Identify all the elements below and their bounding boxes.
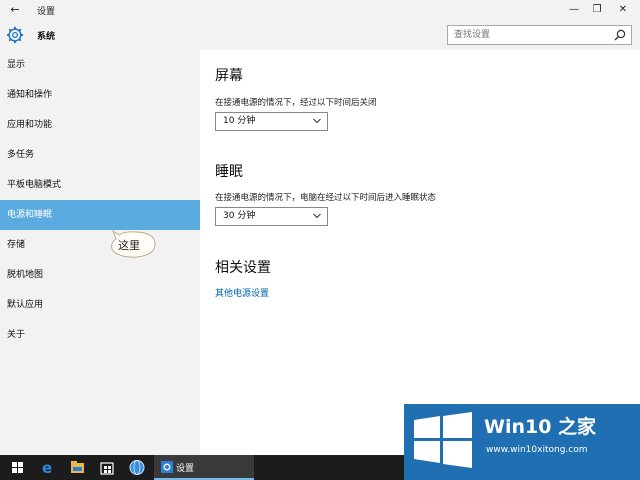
sidebar-item-default-apps[interactable]: 默认应用 bbox=[0, 290, 200, 320]
sidebar: 显示 通知和操作 应用和功能 多任务 平板电脑模式 电源和睡眠 存储 脱机地图 … bbox=[0, 50, 200, 455]
search-box[interactable] bbox=[447, 25, 632, 45]
window-title: 设置 bbox=[37, 7, 56, 17]
sidebar-item-storage[interactable]: 存储 bbox=[0, 230, 200, 260]
maximize-button[interactable]: ❐ bbox=[588, 2, 606, 18]
screen-timeout-value: 10 分钟 bbox=[223, 116, 256, 126]
sidebar-item-tablet-mode[interactable]: 平板电脑模式 bbox=[0, 170, 200, 200]
sidebar-item-about[interactable]: 关于 bbox=[0, 320, 200, 350]
sleep-heading: 睡眠 bbox=[215, 164, 243, 180]
store-icon[interactable] bbox=[92, 455, 122, 480]
watermark-title: Win10 之家 bbox=[484, 416, 597, 438]
windows-start-icon[interactable] bbox=[2, 455, 32, 480]
globe-icon[interactable] bbox=[122, 455, 152, 480]
watermark-banner: Win10 之家 www.win10xitong.com bbox=[404, 404, 640, 480]
sleep-timeout-dropdown[interactable]: 30 分钟 bbox=[215, 207, 328, 226]
main-content: 屏幕 在接通电源的情况下，经过以下时间后关闭 10 分钟 睡眠 在接通电源的情况… bbox=[200, 50, 640, 455]
title-bar: ← 设置 — ❐ ✕ bbox=[0, 0, 640, 20]
taskbar-settings-label: 设置 bbox=[176, 464, 195, 474]
additional-power-settings-link[interactable]: 其他电源设置 bbox=[215, 286, 269, 299]
sidebar-item-display[interactable]: 显示 bbox=[0, 50, 200, 80]
sidebar-item-notifications[interactable]: 通知和操作 bbox=[0, 80, 200, 110]
watermark-url: www.win10xitong.com bbox=[486, 445, 588, 455]
back-arrow-icon[interactable]: ← bbox=[8, 3, 22, 17]
minimize-button[interactable]: — bbox=[565, 2, 583, 18]
settings-icon bbox=[161, 461, 173, 473]
gear-icon bbox=[6, 26, 24, 44]
svg-text:e: e bbox=[42, 459, 52, 477]
screen-description: 在接通电源的情况下，经过以下时间后关闭 bbox=[215, 98, 377, 108]
related-settings-heading: 相关设置 bbox=[215, 260, 271, 276]
windows-logo-icon bbox=[414, 412, 472, 468]
file-explorer-icon[interactable] bbox=[62, 455, 92, 480]
taskbar-settings-app[interactable]: 设置 bbox=[154, 455, 254, 480]
chevron-down-icon bbox=[313, 213, 321, 219]
section-title: 系统 bbox=[37, 32, 56, 42]
sleep-timeout-value: 30 分钟 bbox=[223, 211, 256, 221]
page-header: 系统 bbox=[0, 20, 640, 50]
sidebar-item-multitasking[interactable]: 多任务 bbox=[0, 140, 200, 170]
chevron-down-icon bbox=[313, 118, 321, 124]
close-button[interactable]: ✕ bbox=[614, 2, 632, 18]
edge-icon[interactable]: e bbox=[32, 455, 62, 480]
sidebar-item-apps[interactable]: 应用和功能 bbox=[0, 110, 200, 140]
screen-timeout-dropdown[interactable]: 10 分钟 bbox=[215, 112, 328, 131]
screen-heading: 屏幕 bbox=[215, 68, 243, 84]
search-input[interactable] bbox=[448, 26, 608, 44]
callout-text: 这里 bbox=[118, 239, 140, 252]
sidebar-item-offline-maps[interactable]: 脱机地图 bbox=[0, 260, 200, 290]
sleep-description: 在接通电源的情况下，电脑在经过以下时间后进入睡眠状态 bbox=[215, 193, 437, 203]
search-icon[interactable] bbox=[614, 29, 626, 41]
sidebar-item-power-sleep[interactable]: 电源和睡眠 bbox=[0, 200, 200, 230]
